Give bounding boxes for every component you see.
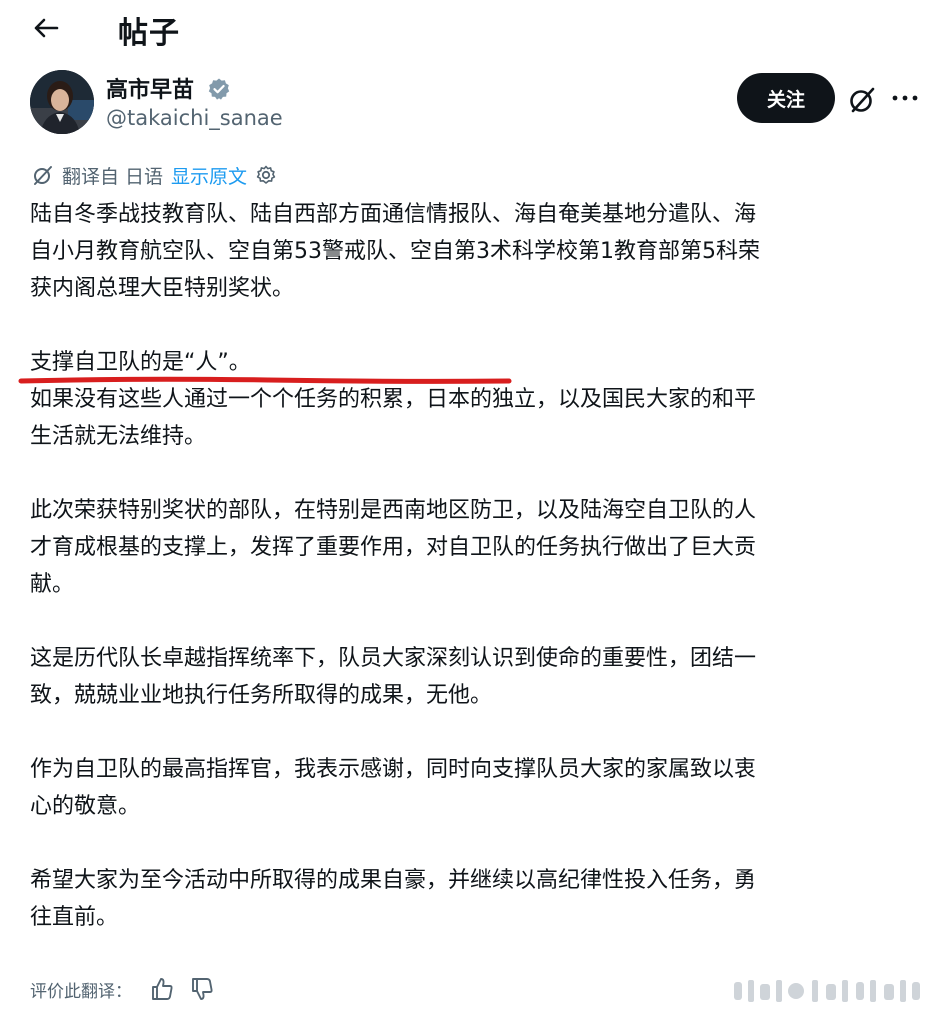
author-handle[interactable]: @takaichi_sanae [106, 106, 283, 130]
paragraph: 作为自卫队的最高指挥官，我表示感谢，同时向支撑队员大家的家属致以衷 心的敬意。 [30, 751, 918, 825]
author-name[interactable]: 高市早苗 [106, 72, 194, 104]
translation-notice: 翻译自 日语 显示原文 [32, 160, 277, 190]
back-button[interactable] [28, 10, 64, 46]
text-line: 如果没有这些人通过一个个任务的积累，日本的独立，以及国民大家的和平 [30, 387, 757, 412]
paragraph: 陆自冬季战技教育队、陆自西部方面通信情报队、海自奄美基地分遣队、海 自小月教育航… [30, 196, 918, 307]
text-line: 此次荣获特别奖状的部队，在特别是西南地区防卫，以及陆海空自卫队的人 [30, 498, 757, 523]
arrow-left-icon [34, 18, 59, 38]
text-line: 作为自卫队的最高指挥官，我表示感谢，同时向支撑队员大家的家属致以衷 [30, 757, 757, 782]
translation-label: 翻译自 日语 [62, 165, 164, 188]
text-line: 希望大家为至今活动中所取得的成果自豪，并继续以高纪律性投入任务，勇 [30, 868, 757, 893]
post-page: 帖子 高市早苗 @takaichi_sanae 关注 翻译自 日语 显示原文 陆… [0, 0, 946, 1024]
red-underline-annotation [18, 376, 512, 384]
paragraph: 希望大家为至今活动中所取得的成果自豪，并继续以高纪律性投入任务，勇 往直前。 [30, 862, 918, 936]
post-text: 陆自冬季战技教育队、陆自西部方面通信情报队、海自奄美基地分遣队、海 自小月教育航… [30, 196, 918, 936]
rate-translation: 评价此翻译： [30, 974, 228, 1004]
paragraph: 此次荣获特别奖状的部队，在特别是西南地区防卫，以及陆海空自卫队的人 才育成根基的… [30, 492, 918, 603]
thumbs-up-icon[interactable] [148, 975, 176, 1003]
text-line: 获内阁总理大臣特别奖状。 [30, 276, 295, 301]
top-bar: 帖子 [0, 0, 946, 56]
text-line: 生活就无法维持。 [30, 424, 207, 449]
follow-button[interactable]: 关注 [737, 73, 835, 123]
text-line: 献。 [30, 572, 75, 597]
paragraph: 这是历代队长卓越指挥统率下，队员大家深刻认识到使命的重要性，团结一 致，兢兢业业… [30, 640, 918, 714]
page-title: 帖子 [118, 16, 180, 51]
paragraph: 支撑自卫队的是“人”。 如果没有这些人通过一个个任务的积累，日本的独立，以及国民… [30, 344, 918, 455]
text-line: 致，兢兢业业地执行任务所取得的成果，无他。 [30, 683, 493, 708]
text-line: 陆自冬季战技教育队、陆自西部方面通信情报队、海自奄美基地分遣队、海 [30, 202, 757, 227]
grok-icon[interactable] [846, 84, 878, 116]
text-line: 才育成根基的支撑上，发挥了重要作用，对自卫队的任务执行做出了巨大贡 [30, 535, 757, 560]
show-original-link[interactable]: 显示原文 [171, 162, 247, 189]
thumbs-down-icon[interactable] [188, 975, 216, 1003]
watermark-logo [734, 980, 920, 1002]
more-options-icon[interactable] [890, 86, 920, 110]
rate-translation-label: 评价此翻译： [30, 981, 132, 1002]
text-line: 心的敬意。 [30, 794, 141, 819]
text-line: 自小月教育航空队、空自第53警戒队、空自第3术科学校第1教育部第5科荣 [30, 239, 760, 264]
text-line: 往直前。 [30, 905, 119, 930]
verified-badge-icon [208, 78, 230, 100]
avatar[interactable] [30, 70, 94, 134]
translate-icon [34, 166, 52, 185]
text-line: 这是历代队长卓越指挥统率下，队员大家深刻认识到使命的重要性，团结一 [30, 646, 757, 671]
gear-icon[interactable] [255, 164, 277, 186]
